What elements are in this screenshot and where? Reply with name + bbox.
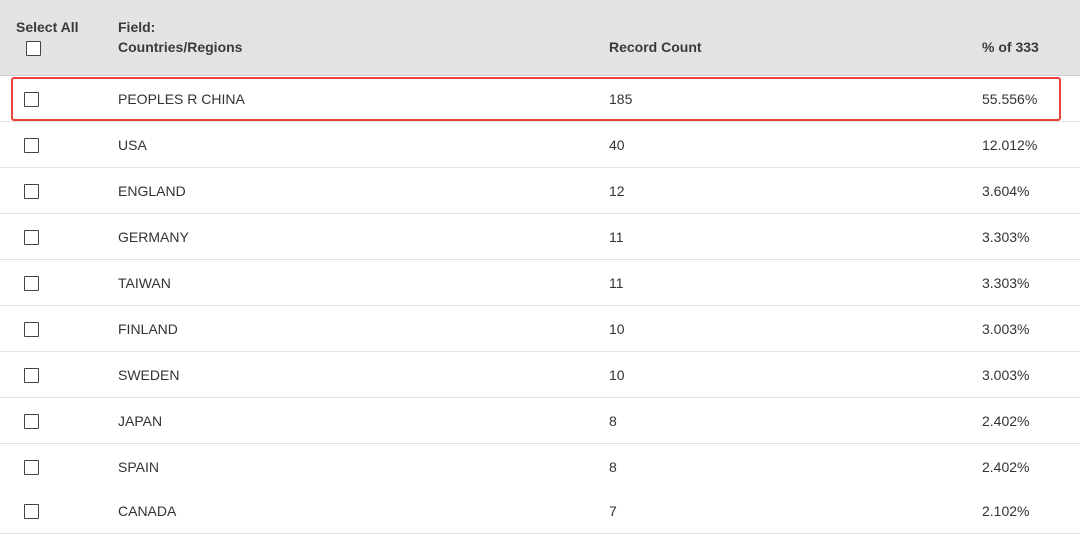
percent-value: 3.303% <box>982 229 1030 245</box>
record-count: 40 <box>609 137 625 153</box>
record-count: 11 <box>609 229 624 245</box>
country-name: SWEDEN <box>118 367 180 383</box>
country-name: TAIWAN <box>118 275 171 291</box>
percent-value: 3.604% <box>982 183 1030 199</box>
table-row[interactable]: USA 40 12.012% <box>0 122 1080 168</box>
select-all-label: Select All <box>16 19 79 35</box>
record-count: 8 <box>609 413 617 429</box>
field-label: Field: <box>118 19 156 35</box>
percent-value: 3.003% <box>982 321 1030 337</box>
table-row[interactable]: PEOPLES R CHINA 185 55.556% <box>0 76 1080 122</box>
table-row[interactable]: ENGLAND 12 3.604% <box>0 168 1080 214</box>
row-checkbox[interactable] <box>24 460 39 475</box>
record-count: 10 <box>609 321 625 337</box>
row-checkbox[interactable] <box>24 230 39 245</box>
record-count: 10 <box>609 367 625 383</box>
country-name: FINLAND <box>118 321 178 337</box>
results-table: Select All Field: Countries/Regions Reco… <box>0 0 1080 534</box>
row-checkbox[interactable] <box>24 92 39 107</box>
row-checkbox[interactable] <box>24 276 39 291</box>
row-checkbox[interactable] <box>24 504 39 519</box>
record-count-header[interactable]: Record Count <box>609 37 702 57</box>
percent-value: 12.012% <box>982 137 1038 153</box>
field-name-header[interactable]: Countries/Regions <box>118 37 242 57</box>
country-name: PEOPLES R CHINA <box>118 91 245 107</box>
percent-value: 3.003% <box>982 367 1030 383</box>
table-row[interactable]: GERMANY 11 3.303% <box>0 214 1080 260</box>
record-count: 12 <box>609 183 625 199</box>
percent-value: 2.402% <box>982 459 1030 475</box>
select-all-checkbox[interactable] <box>26 41 41 56</box>
record-count: 11 <box>609 275 624 291</box>
table-row[interactable]: SPAIN 8 2.402% <box>0 444 1080 490</box>
table-row[interactable]: CANADA 7 2.102% <box>0 488 1080 534</box>
table-row[interactable]: JAPAN 8 2.402% <box>0 398 1080 444</box>
percent-value: 55.556% <box>982 91 1038 107</box>
percent-value: 3.303% <box>982 275 1030 291</box>
country-name: ENGLAND <box>118 183 186 199</box>
row-checkbox[interactable] <box>24 322 39 337</box>
percent-value: 2.402% <box>982 413 1030 429</box>
row-checkbox[interactable] <box>24 184 39 199</box>
record-count: 7 <box>609 503 617 519</box>
percent-header[interactable]: % of 333 <box>982 37 1039 57</box>
country-name: CANADA <box>118 503 177 519</box>
percent-value: 2.102% <box>982 503 1030 519</box>
row-checkbox[interactable] <box>24 368 39 383</box>
table-row[interactable]: TAIWAN 11 3.303% <box>0 260 1080 306</box>
table-row[interactable]: FINLAND 10 3.003% <box>0 306 1080 352</box>
country-name: GERMANY <box>118 229 189 245</box>
country-name: JAPAN <box>118 413 163 429</box>
table-row[interactable]: SWEDEN 10 3.003% <box>0 352 1080 398</box>
row-checkbox[interactable] <box>24 138 39 153</box>
country-name: USA <box>118 137 147 153</box>
table-header: Select All Field: Countries/Regions Reco… <box>0 0 1080 76</box>
row-checkbox[interactable] <box>24 414 39 429</box>
record-count: 8 <box>609 459 617 475</box>
country-name: SPAIN <box>118 459 159 475</box>
record-count: 185 <box>609 91 633 107</box>
